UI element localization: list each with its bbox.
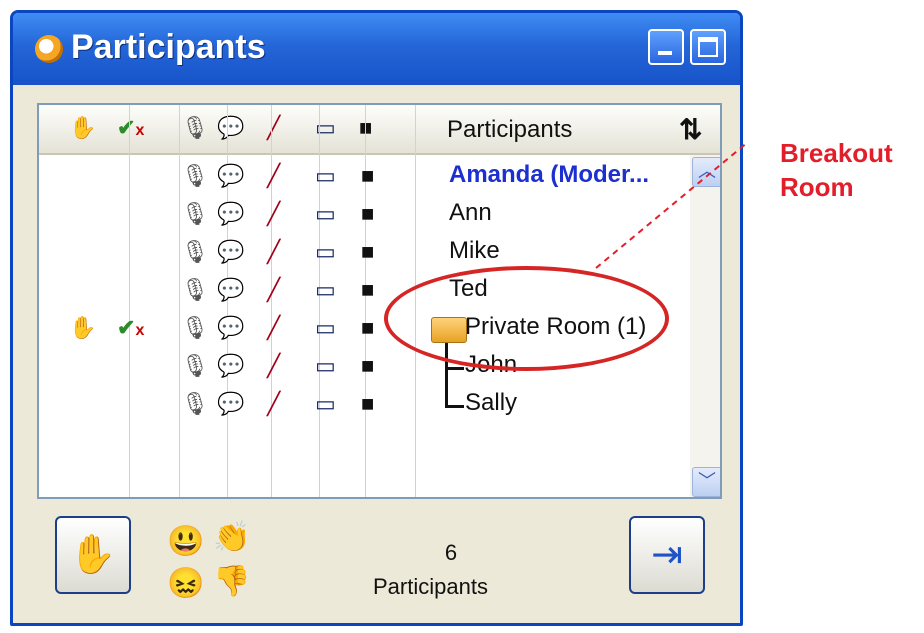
pen-icon[interactable]: ╱ — [267, 163, 280, 189]
camera-icon[interactable]: ■ — [361, 163, 374, 189]
chat-icon[interactable]: 💬 — [217, 391, 244, 417]
mic-icon[interactable]: 🎙 — [181, 391, 209, 417]
pen-icon[interactable]: ╱ — [267, 239, 280, 265]
app-icon — [35, 35, 63, 63]
screen-icon[interactable]: ▭ — [315, 391, 336, 417]
annotation-line-2: Room — [780, 172, 854, 202]
tree-connector — [445, 367, 464, 408]
minimize-button[interactable] — [648, 29, 684, 65]
footer-bar: ✋ 😃 👏 😖 👎 6 Participants ⇥ — [37, 508, 722, 618]
applause-icon[interactable]: 👏 — [213, 520, 250, 555]
screen-icon[interactable]: ▭ — [315, 353, 336, 379]
chat-icon[interactable]: 💬 — [217, 115, 244, 141]
exit-room-button[interactable]: ⇥ — [629, 516, 705, 594]
camera-icon[interactable]: ■ — [361, 353, 374, 379]
breakout-room-annotation: Breakout Room — [780, 136, 893, 204]
chat-icon[interactable]: 💬 — [217, 239, 244, 265]
mic-icon[interactable]: 🎙 — [181, 353, 209, 379]
mic-icon[interactable]: 🎙 — [181, 115, 209, 141]
camera-icon[interactable]: ■ — [361, 391, 374, 417]
chat-icon[interactable]: 💬 — [217, 277, 244, 303]
mic-icon[interactable]: 🎙 — [181, 163, 209, 189]
participant-name[interactable]: Ann — [449, 199, 492, 227]
annotation-line-1: Breakout — [780, 138, 893, 168]
chat-icon[interactable]: 💬 — [217, 353, 244, 379]
sort-icon[interactable]: ⇅ — [679, 113, 702, 146]
smile-icon[interactable]: 😃 — [167, 524, 204, 559]
mic-icon[interactable]: 🎙 — [181, 239, 209, 265]
screen-icon[interactable]: ▭ — [315, 201, 336, 227]
participant-name[interactable]: Mike — [449, 237, 500, 265]
mic-icon[interactable]: 🎙 — [181, 277, 209, 303]
screen-icon[interactable]: ▭ — [315, 277, 336, 303]
camera-icon[interactable]: ■ — [361, 277, 374, 303]
participant-count: 6 — [444, 540, 458, 565]
participant-count-label: Participants — [373, 574, 488, 599]
check-x-icon: ✔x — [117, 315, 145, 340]
exit-icon: ⇥ — [651, 534, 683, 576]
list-header: ✋ ✔x 🎙 💬 ╱ ▭ ■ Participants ⇅ — [39, 105, 720, 155]
pen-icon[interactable]: ╱ — [267, 201, 280, 227]
pen-icon[interactable]: ╱ — [267, 391, 280, 417]
chat-icon[interactable]: 💬 — [217, 163, 244, 189]
hand-icon[interactable]: ✋ — [69, 115, 96, 141]
pen-icon[interactable]: ╱ — [267, 315, 280, 341]
scroll-down-button[interactable]: ﹀ — [692, 467, 720, 497]
participant-name[interactable]: Sally — [465, 389, 517, 417]
sad-icon[interactable]: 😖 — [167, 566, 204, 601]
mic-icon[interactable]: 🎙 — [181, 315, 209, 341]
pen-icon[interactable]: ╱ — [267, 115, 280, 141]
chat-icon[interactable]: 💬 — [217, 315, 244, 341]
breakout-highlight-ellipse — [384, 266, 669, 371]
screen-icon[interactable]: ▭ — [315, 239, 336, 265]
screen-icon[interactable]: ▭ — [315, 163, 336, 189]
participants-column-header[interactable]: Participants — [447, 116, 572, 144]
mic-icon[interactable]: 🎙 — [181, 201, 209, 227]
camera-icon[interactable]: ■ — [361, 315, 374, 341]
scroll-up-button[interactable]: ︿ — [692, 157, 720, 187]
participant-name[interactable]: Amanda (Moder... — [449, 161, 649, 189]
vertical-scrollbar[interactable]: ︿ ﹀ — [690, 155, 720, 497]
thumbs-down-icon[interactable]: 👎 — [213, 564, 250, 599]
pen-icon[interactable]: ╱ — [267, 277, 280, 303]
check-x-icon[interactable]: ✔x — [117, 115, 144, 144]
hand-icon: ✋ — [69, 315, 97, 340]
camera-icon[interactable]: ■ — [361, 201, 374, 227]
raise-hand-icon: ✋ — [69, 534, 117, 576]
chat-icon[interactable]: 💬 — [217, 201, 244, 227]
window-title: Participants — [71, 28, 266, 66]
camera-icon[interactable]: ■ — [361, 239, 374, 265]
pen-icon[interactable]: ╱ — [267, 353, 280, 379]
title-bar[interactable]: Participants — [13, 13, 740, 85]
raise-hand-button[interactable]: ✋ — [55, 516, 131, 594]
screen-icon[interactable]: ▭ — [315, 315, 336, 341]
maximize-button[interactable] — [690, 29, 726, 65]
